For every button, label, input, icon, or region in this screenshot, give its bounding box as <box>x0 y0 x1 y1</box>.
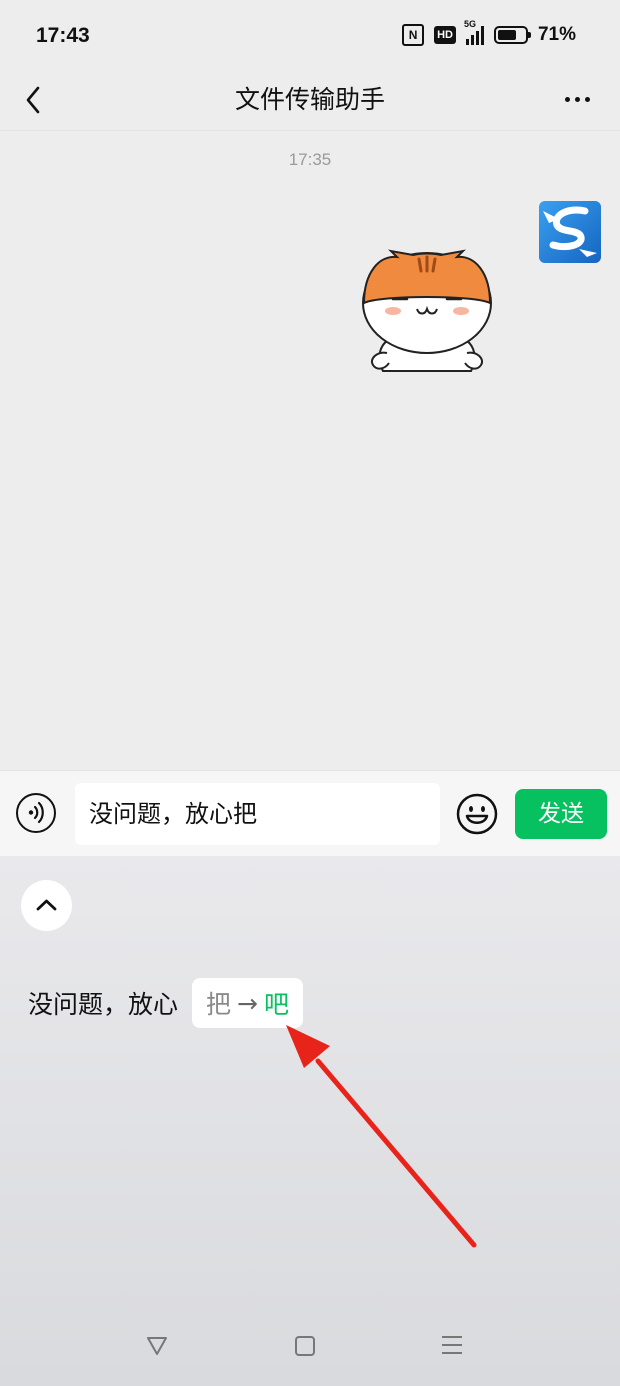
message-timestamp: 17:35 <box>288 150 332 169</box>
input-bar: 没问题，放心把 发送 <box>0 770 620 857</box>
chat-header: 文件传输助手 <box>0 70 620 131</box>
battery-percent: 71% <box>537 24 576 45</box>
more-icon[interactable] <box>560 84 594 114</box>
chevron-up-icon[interactable] <box>21 880 72 931</box>
nfc-icon: N <box>402 24 425 46</box>
page-title: 文件传输助手 <box>234 85 385 114</box>
nav-menu-icon[interactable] <box>442 1336 462 1356</box>
network-type: 5G <box>463 19 476 29</box>
original-char: 把 <box>206 990 232 1019</box>
correction-panel: 没问题，放心 把 → 吧 <box>0 856 620 1386</box>
hd-icon: HD <box>434 26 456 44</box>
message-input[interactable]: 没问题，放心把 <box>75 783 440 845</box>
sentence-prefix: 没问题，放心 <box>28 990 179 1019</box>
correction-sentence: 没问题，放心 把 → 吧 <box>28 978 303 1028</box>
status-bar: 17:43 N HD 5G 71% <box>0 0 620 70</box>
nav-back-icon[interactable] <box>146 1334 168 1356</box>
emoji-icon[interactable] <box>456 793 498 835</box>
cat-sticker[interactable] <box>355 245 500 390</box>
annotation-arrow <box>286 1025 477 1248</box>
status-time: 17:43 <box>36 24 90 47</box>
voice-icon[interactable] <box>16 793 56 833</box>
status-icons: N HD 5G 71% <box>402 19 576 46</box>
avatar[interactable] <box>539 201 601 263</box>
system-nav-bar <box>0 1310 620 1386</box>
nav-home-icon[interactable] <box>295 1336 315 1356</box>
battery-icon <box>493 26 531 44</box>
arrow-icon: → <box>237 988 258 1018</box>
correction-suggestion-chip[interactable]: 把 → 吧 <box>192 978 303 1028</box>
suggested-char: 吧 <box>263 990 289 1019</box>
signal-icon: 5G <box>464 19 484 45</box>
send-button[interactable]: 发送 <box>515 789 607 839</box>
